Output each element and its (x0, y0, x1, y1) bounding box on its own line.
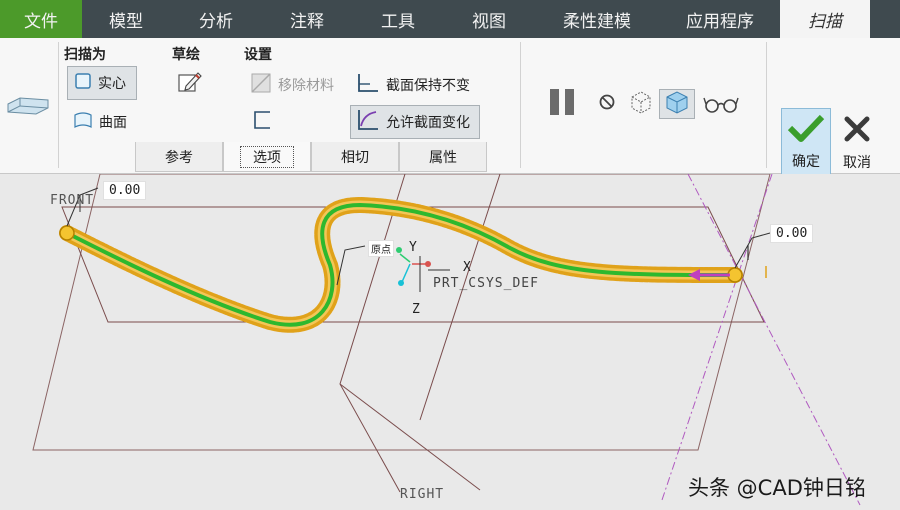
menu-view[interactable]: 视图 (444, 0, 534, 38)
menu-bar: 文件 模型 分析 注释 工具 视图 柔性建模 应用程序 扫描 (0, 0, 900, 38)
solid-icon (74, 72, 92, 94)
cancel-button[interactable]: 取消 (834, 108, 880, 178)
confirm-button[interactable]: 确定 (781, 108, 831, 178)
thicken-icon (252, 109, 274, 135)
tab-properties-label: 属性 (429, 149, 457, 166)
menu-applications[interactable]: 应用程序 (660, 0, 780, 38)
remove-material-label: 移除材料 (278, 78, 334, 94)
model-view (32, 174, 861, 506)
wireframe-cube-icon (628, 89, 654, 119)
axis-y-label: Y (409, 240, 418, 255)
remove-material-icon (250, 72, 272, 98)
tab-options-label: 选项 (240, 145, 294, 168)
sweep-outline (59, 196, 743, 333)
watermark: 头条 @CAD钟日铭 (688, 476, 866, 500)
tab-tangency-label: 相切 (341, 149, 369, 166)
tab-options[interactable]: 选项 (223, 142, 311, 172)
trajectory-curve[interactable] (65, 202, 737, 327)
menu-annotate[interactable]: 注释 (262, 0, 352, 38)
construction-lines (661, 174, 861, 506)
checkmark-icon (787, 113, 825, 147)
cancel-label: 取消 (843, 155, 871, 171)
menu-model[interactable]: 模型 (82, 0, 170, 38)
constant-section-icon (356, 72, 380, 98)
variable-section-icon (356, 108, 380, 136)
tab-references[interactable]: 参考 (135, 142, 223, 172)
csys-label: PRT_CSYS_DEF (433, 276, 539, 291)
surface-button[interactable]: 曲面 (73, 110, 127, 134)
solid-button[interactable]: 实心 (67, 66, 137, 100)
solid-label: 实心 (98, 76, 126, 92)
datum-planes (32, 174, 771, 493)
dim-leader-right (734, 232, 771, 269)
menu-tools[interactable]: 工具 (352, 0, 444, 38)
sweep-as-group-label: 扫描为 (64, 47, 106, 63)
no-preview-button[interactable] (598, 94, 616, 114)
sketch-button[interactable] (176, 70, 204, 98)
variable-section-label: 允许截面变化 (386, 115, 470, 131)
origin-label: 原点 (368, 240, 394, 257)
constant-section-button[interactable]: 截面保持不变 (356, 73, 470, 97)
surface-label: 曲面 (99, 115, 127, 131)
dashboard-tabs: 参考 选项 相切 属性 (135, 142, 487, 172)
close-icon (843, 116, 871, 146)
construction-line-2 (661, 174, 773, 501)
tab-tangency[interactable]: 相切 (311, 142, 399, 172)
surface-icon (73, 111, 93, 133)
verify-preview-button[interactable] (659, 89, 695, 119)
axis-x-label: X (463, 260, 472, 275)
thicken-sketch-button[interactable] (252, 110, 274, 134)
sweep-body (62, 200, 740, 330)
menu-flexible-modeling[interactable]: 柔性建模 (534, 0, 660, 38)
sweep-preview (59, 196, 743, 333)
front-plane-label: FRONT (50, 193, 95, 208)
menu-sweep-active[interactable]: 扫描 (780, 0, 870, 38)
right-plane-label: RIGHT (400, 487, 445, 502)
pause-icon (547, 87, 577, 121)
menu-file[interactable]: 文件 (0, 0, 82, 38)
constant-section-label: 截面保持不变 (386, 78, 470, 94)
menu-analysis[interactable]: 分析 (170, 0, 262, 38)
start-dimension[interactable]: 0.00 (103, 181, 147, 200)
pause-button[interactable] (547, 89, 577, 119)
start-point[interactable] (59, 225, 75, 241)
settings-group-label: 设置 (244, 47, 272, 63)
sketch-group-label: 草绘 (172, 47, 200, 63)
variable-section-button[interactable]: 允许截面变化 (350, 105, 480, 139)
sweep-feature-icon (6, 90, 50, 120)
preview-geometry-button[interactable] (628, 91, 654, 117)
tab-references-label: 参考 (165, 149, 193, 166)
end-point[interactable] (727, 267, 743, 283)
axis-z-label: Z (412, 302, 421, 317)
glasses-icon (703, 94, 739, 118)
origin-leader (336, 245, 366, 286)
sketch-pencil-icon (176, 69, 202, 99)
shaded-cube-icon (664, 90, 690, 118)
no-preview-icon (598, 93, 616, 115)
right-plane-edge (339, 383, 481, 491)
preview-glasses-button[interactable] (703, 95, 739, 117)
remove-material-button[interactable]: 移除材料 (250, 73, 334, 97)
end-dimension[interactable]: 0.00 (770, 224, 814, 243)
confirm-label: 确定 (792, 154, 820, 170)
tab-properties[interactable]: 属性 (399, 142, 487, 172)
graphics-window[interactable]: 0.00 0.00 FRONT RIGHT PRT_CSYS_DEF X Y Z… (0, 174, 900, 510)
